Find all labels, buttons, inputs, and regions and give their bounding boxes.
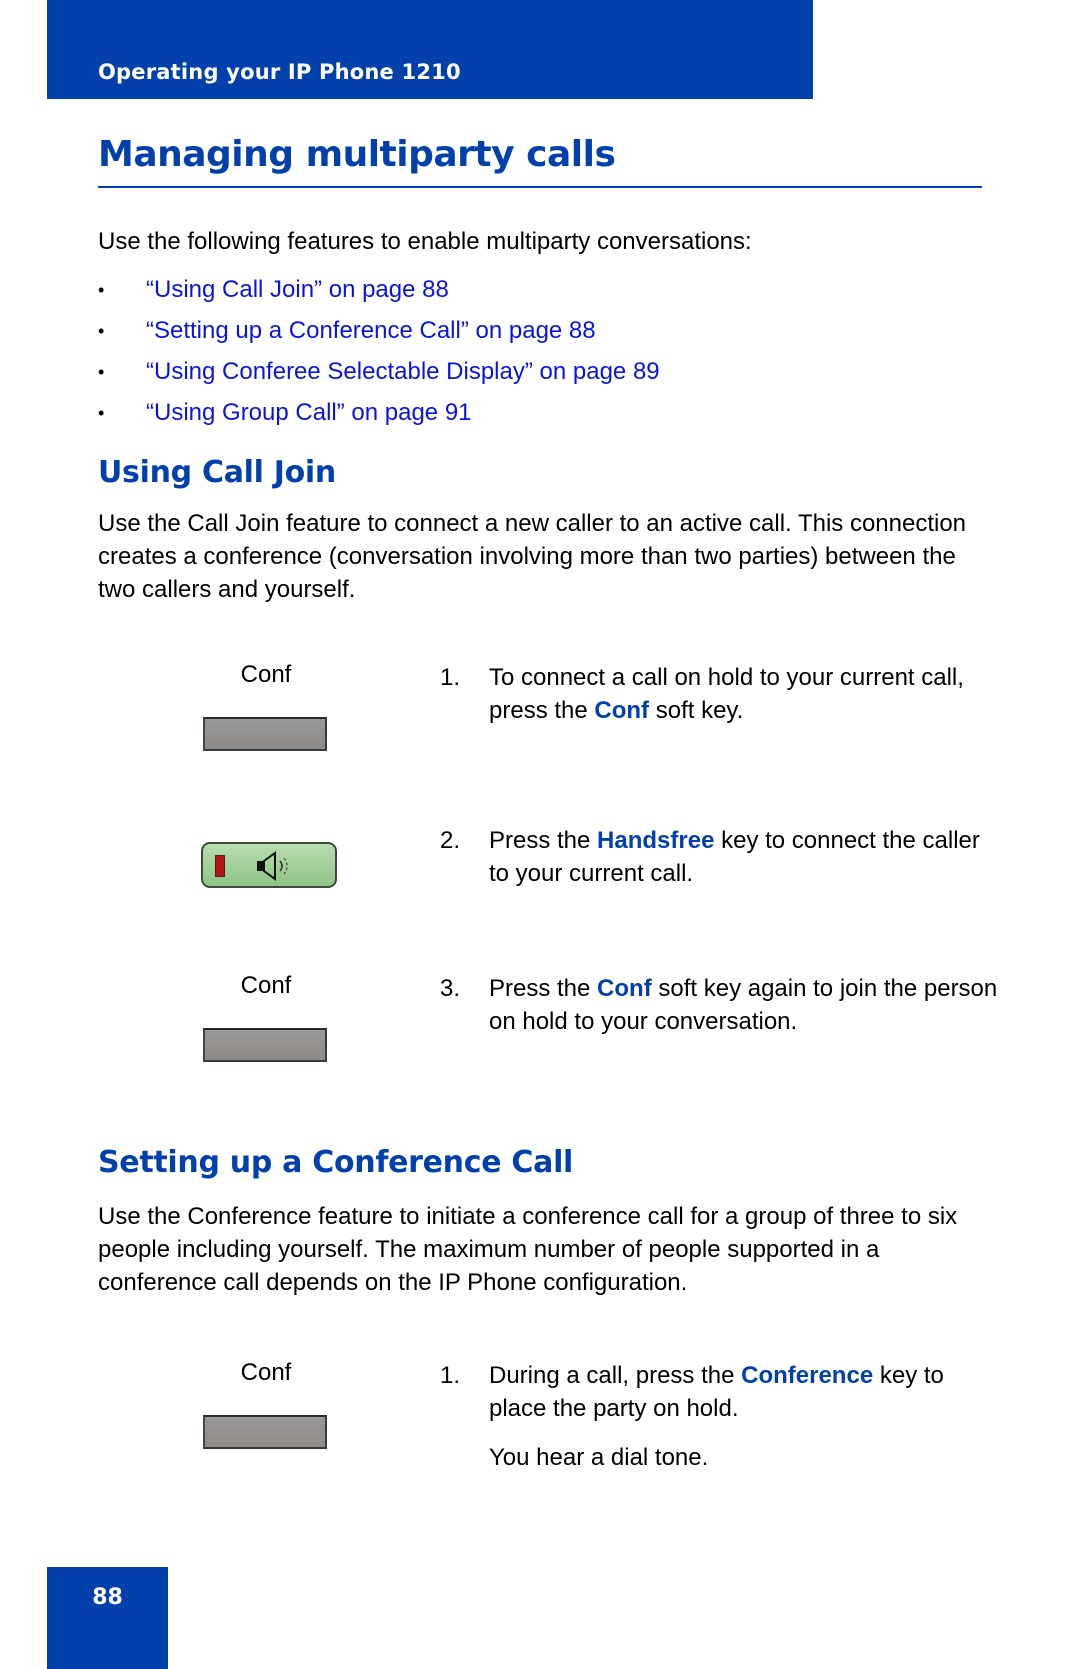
step-text: To connect a call on hold to your curren… [489, 664, 964, 724]
bullet-icon: • [98, 403, 105, 423]
softkey-label: Conf [240, 972, 292, 999]
speaker-icon [257, 851, 288, 881]
conf-softkey-icon [203, 717, 327, 751]
key-name: Conf [594, 697, 650, 724]
step-number: 2. [440, 827, 461, 854]
step-text: Press the Conf soft key again to join th… [489, 975, 998, 1035]
key-name: Handsfree [597, 827, 715, 854]
bullet-icon: • [98, 321, 105, 341]
list-item: • “Using Call Join” on page 88 [98, 276, 660, 317]
conf-softkey-icon [203, 1415, 327, 1449]
step-text: During a call, press the Conference key … [489, 1362, 944, 1422]
section-title-call-join: Using Call Join [98, 455, 336, 490]
link-using-group-call[interactable]: “Using Group Call” on page 91 [146, 399, 472, 440]
step-text: Press the Handsfree key to connect the c… [489, 827, 980, 887]
conf-softkey-icon [203, 1028, 327, 1062]
running-title: Operating your IP Phone 1210 [98, 60, 461, 84]
list-item: • “Using Group Call” on page 91 [98, 399, 660, 440]
title-divider [98, 186, 982, 188]
link-list: • “Using Call Join” on page 88 • “Setting … [98, 276, 660, 440]
bullet-icon: • [98, 280, 105, 300]
softkey-label: Conf [240, 1359, 292, 1386]
step-number: 1. [440, 664, 461, 691]
step-note-text: You hear a dial tone. [489, 1444, 709, 1471]
call-join-description: Use the Call Join feature to connect a n… [98, 510, 967, 603]
link-setting-up-conference-call[interactable]: “Setting up a Conference Call” on page 8… [146, 317, 596, 358]
section-title-conference: Setting up a Conference Call [98, 1145, 574, 1180]
intro-text: Use the following features to enable mul… [98, 228, 752, 255]
led-indicator-icon [215, 855, 225, 877]
key-name: Conf [597, 975, 652, 1002]
conference-description: Use the Conference feature to initiate a… [98, 1203, 958, 1296]
page-number-box: 88 [47, 1567, 168, 1669]
step-number: 3. [440, 975, 461, 1002]
page-number: 88 [92, 1585, 123, 1610]
softkey-label: Conf [240, 661, 292, 688]
handsfree-key-icon [201, 842, 337, 888]
link-using-call-join[interactable]: “Using Call Join” on page 88 [146, 276, 449, 317]
page-title: Managing multiparty calls [98, 134, 616, 175]
bullet-icon: • [98, 362, 105, 382]
link-conferee-selectable-display[interactable]: “Using Conferee Selectable Display” on p… [146, 358, 660, 399]
step-number: 1. [440, 1362, 461, 1389]
list-item: • “Setting up a Conference Call” on page … [98, 317, 660, 358]
list-item: • “Using Conferee Selectable Display” on … [98, 358, 660, 399]
key-name: Conference [741, 1362, 874, 1389]
header-bar [47, 0, 813, 99]
